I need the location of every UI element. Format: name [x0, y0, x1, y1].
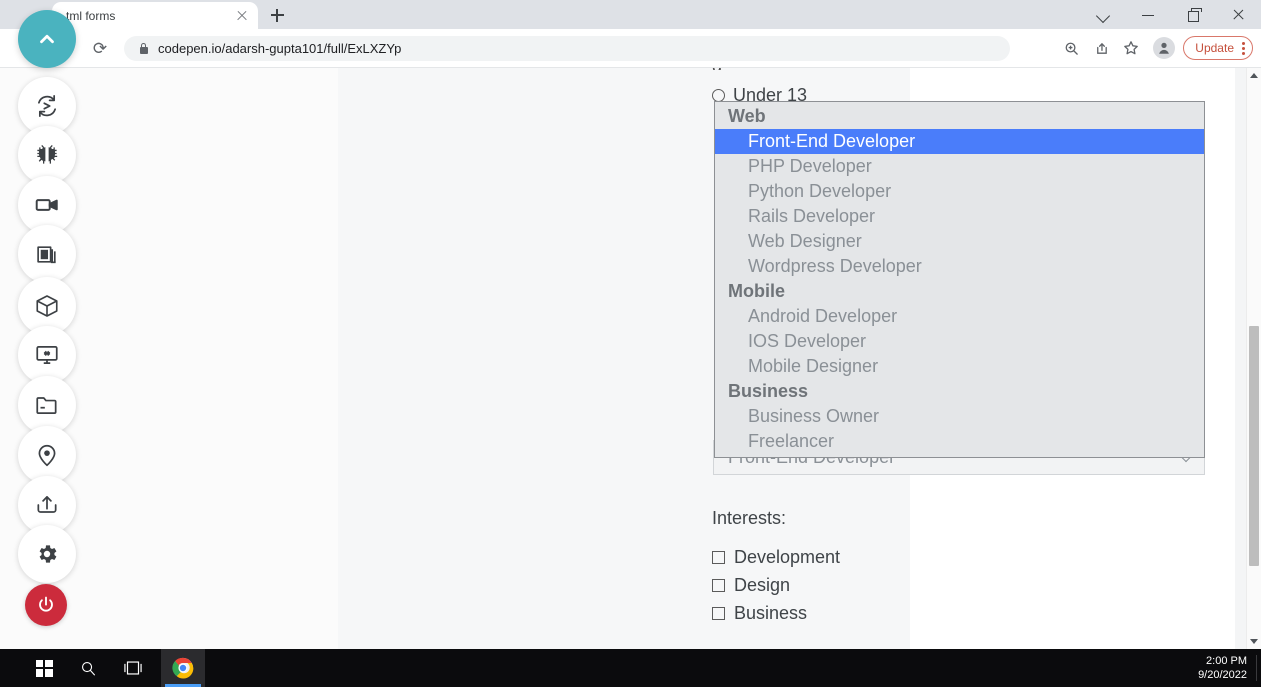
embedded-pen-frame: g Under 13 Web Front-End Developer PHP D… — [338, 68, 1248, 649]
dropdown-option[interactable]: Front-End Developer — [715, 129, 1204, 154]
tab-title: tml forms — [66, 8, 116, 23]
power-icon[interactable] — [25, 584, 67, 626]
minimize-button[interactable] — [1126, 0, 1171, 29]
windows-taskbar: 2:00 PM 9/20/2022 — [0, 649, 1261, 687]
layers-icon[interactable] — [18, 225, 76, 283]
dropdown-group-label: Mobile — [728, 281, 785, 301]
checkbox-label: Development — [734, 546, 841, 567]
lock-icon — [138, 42, 149, 55]
clipped-label-above: g — [712, 68, 722, 70]
dropdown-option[interactable]: Rails Developer — [715, 204, 1204, 229]
tray-divider — [1256, 655, 1257, 681]
interests-label: Interests: — [712, 508, 787, 528]
checkbox-icon[interactable] — [712, 550, 725, 564]
job-role-dropdown-list[interactable]: Web Front-End Developer PHP Developer Py… — [714, 101, 1205, 458]
page-scrollbar[interactable] — [1246, 68, 1261, 649]
chevron-down-icon[interactable] — [1081, 0, 1126, 29]
dropdown-option[interactable]: PHP Developer — [715, 154, 1204, 179]
search-icon[interactable] — [66, 649, 110, 687]
checkbox-row[interactable]: Development — [712, 543, 840, 571]
three-dot-menu-icon[interactable] — [1241, 41, 1245, 55]
checkbox-icon[interactable] — [712, 606, 725, 620]
update-button-label: Update — [1195, 41, 1234, 55]
scrollbar-thumb[interactable] — [1249, 326, 1259, 566]
checkbox-icon[interactable] — [712, 578, 725, 592]
reload-icon: ⟳ — [92, 39, 108, 58]
restore-button[interactable] — [1171, 0, 1216, 29]
checkbox-row[interactable]: Business — [712, 599, 840, 627]
task-view-icon[interactable] — [111, 649, 155, 687]
dropdown-option[interactable]: Business Owner — [715, 404, 1204, 429]
dropdown-option[interactable]: Python Developer — [715, 179, 1204, 204]
page-viewport: g Under 13 Web Front-End Developer PHP D… — [0, 68, 1261, 649]
chrome-icon[interactable] — [161, 649, 205, 687]
scroll-down-arrow-icon[interactable] — [1247, 634, 1261, 649]
browser-tab-strip: tml forms — [0, 0, 1261, 29]
reload-button[interactable]: ⟳ — [88, 37, 112, 61]
dropdown-group-label: Business — [728, 381, 809, 401]
zoom-icon[interactable] — [1057, 34, 1085, 62]
dropdown-group-label: Web — [728, 106, 766, 126]
dropdown-option[interactable]: Web Designer — [715, 229, 1204, 254]
clock-date: 9/20/2022 — [1198, 669, 1247, 681]
toolbar-icon-group: Update — [1057, 29, 1253, 67]
profile-avatar-icon[interactable] — [1153, 37, 1176, 59]
dropdown-option[interactable]: Wordpress Developer — [715, 254, 1204, 279]
share-icon[interactable] — [1087, 34, 1115, 62]
window-controls — [1081, 0, 1261, 29]
dropdown-option[interactable]: Android Developer — [715, 304, 1204, 329]
new-tab-button[interactable] — [264, 4, 290, 26]
dropdown-option[interactable]: Freelancer — [715, 429, 1204, 454]
screen: tml forms ⟳ codepen.io/adarsh-gupta101/f… — [0, 0, 1261, 687]
address-bar[interactable]: codepen.io/adarsh-gupta101/full/ExLXZYp — [124, 36, 1010, 61]
checkbox-row[interactable]: Design — [712, 571, 840, 599]
dropdown-option[interactable]: IOS Developer — [715, 329, 1204, 354]
close-window-button[interactable] — [1216, 0, 1261, 29]
clock-time: 2:00 PM — [1206, 655, 1247, 667]
scroll-up-arrow-icon[interactable] — [1247, 68, 1261, 83]
checkbox-label: Design — [734, 574, 791, 595]
browser-tab[interactable]: tml forms — [52, 2, 258, 29]
url-text: codepen.io/adarsh-gupta101/full/ExLXZYp — [158, 41, 402, 56]
gear-icon[interactable] — [18, 525, 76, 583]
checkbox-label: Business — [734, 602, 808, 623]
bookmark-star-icon[interactable] — [1117, 34, 1145, 62]
update-button[interactable]: Update — [1183, 36, 1253, 60]
interests-checkbox-group: Development Design Business — [712, 543, 840, 627]
tab-close-icon[interactable] — [234, 8, 250, 24]
dropdown-option[interactable]: Mobile Designer — [715, 354, 1204, 379]
windows-start-icon[interactable] — [22, 649, 66, 687]
collapse-chevron-up-icon[interactable] — [18, 10, 76, 68]
taskbar-clock[interactable]: 2:00 PM 9/20/2022 — [1198, 649, 1247, 687]
